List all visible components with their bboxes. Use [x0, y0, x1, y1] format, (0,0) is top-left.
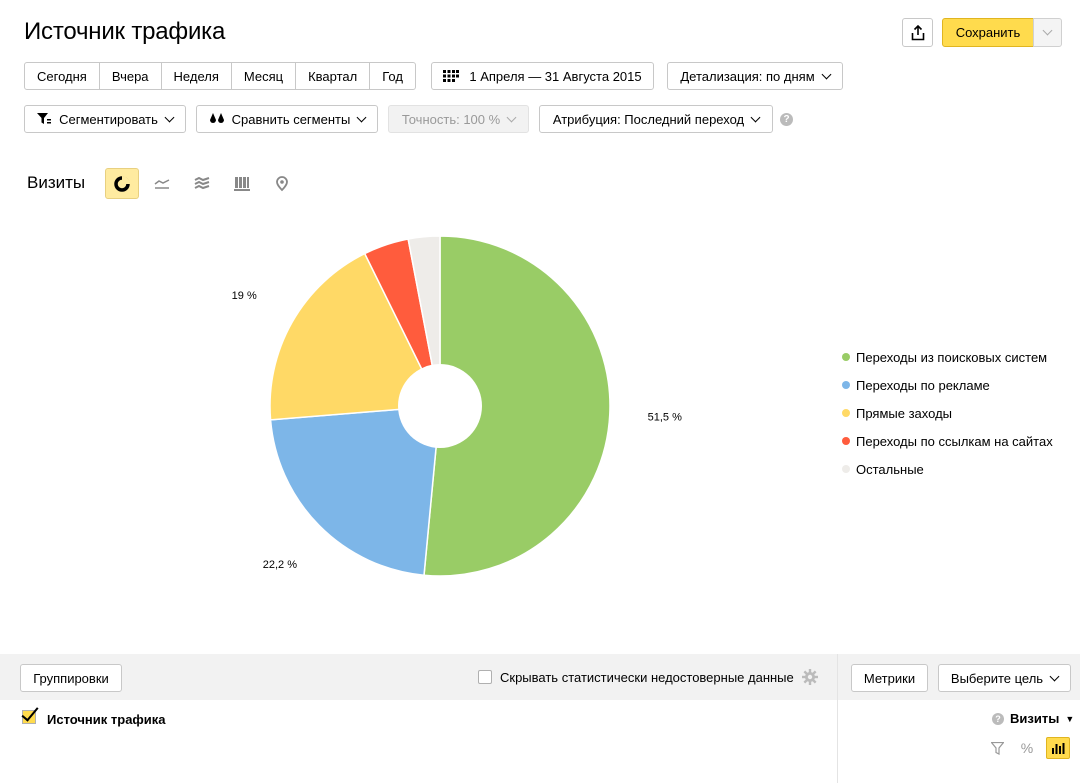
- percent-button[interactable]: %: [1015, 737, 1039, 759]
- pie-slice-label: 19 %: [232, 290, 257, 302]
- legend-dot: [842, 437, 850, 445]
- help-icon[interactable]: ?: [780, 113, 793, 126]
- metric-column-header[interactable]: ? Визиты ▼: [992, 711, 1074, 726]
- chevron-down-icon: [1049, 671, 1060, 681]
- legend-dot: [842, 409, 850, 417]
- legend-dot: [842, 381, 850, 389]
- legend-item[interactable]: Остальные: [842, 455, 1053, 483]
- chart-metric-label: Визиты: [27, 173, 86, 192]
- pie-chart-icon: [114, 175, 130, 192]
- legend-dot: [842, 465, 850, 473]
- detail-dropdown[interactable]: Детализация: по дням: [667, 62, 843, 90]
- date-range-label: 1 Апреля — 31 Августа 2015: [469, 68, 642, 84]
- pie-slice-label: 22,2 %: [263, 559, 297, 571]
- legend-label: Прямые заходы: [856, 405, 953, 421]
- map-icon: [276, 175, 288, 191]
- detail-label: Детализация: по дням: [680, 68, 815, 84]
- segment-dropdown[interactable]: Сегментировать: [24, 105, 186, 133]
- filter-icon: [37, 113, 52, 124]
- line-chart-button[interactable]: [145, 168, 179, 199]
- legend-label: Переходы по рекламе: [856, 377, 990, 393]
- chevron-down-icon: [506, 112, 517, 122]
- period-quarter[interactable]: Квартал: [296, 63, 371, 89]
- legend-dot: [842, 353, 850, 361]
- map-button[interactable]: [265, 168, 299, 199]
- metrics-label: Метрики: [863, 670, 916, 686]
- legend-label: Переходы по ссылкам на сайтах: [856, 433, 1053, 449]
- chevron-down-icon: [821, 69, 832, 79]
- line-chart-icon: [154, 178, 170, 189]
- donut-hole: [398, 364, 482, 448]
- period-year[interactable]: Год: [370, 63, 415, 89]
- period-month[interactable]: Месяц: [232, 63, 297, 89]
- legend-item[interactable]: Переходы по ссылкам на сайтах: [842, 427, 1053, 455]
- legend-label: Остальные: [856, 461, 924, 477]
- gear-icon: [802, 669, 818, 685]
- column-divider: [837, 654, 838, 783]
- help-icon[interactable]: ?: [992, 712, 1004, 725]
- compare-label: Сравнить сегменты: [231, 111, 351, 127]
- legend-item[interactable]: Переходы по рекламе: [842, 371, 1053, 399]
- period-yesterday[interactable]: Вчера: [100, 63, 162, 89]
- legend-item[interactable]: Переходы из поисковых систем: [842, 343, 1053, 371]
- accuracy-dropdown: Точность: 100 %: [388, 105, 529, 133]
- chevron-down-icon: [750, 112, 761, 122]
- bar-chart-icon: [234, 176, 250, 191]
- gear-button[interactable]: [802, 669, 818, 688]
- groupings-label: Группировки: [33, 670, 109, 686]
- chevron-down-icon: [164, 112, 175, 122]
- table-dimension-header: Источник трафика: [47, 712, 166, 727]
- share-button[interactable]: [902, 18, 933, 47]
- metric-column-label: Визиты: [1010, 711, 1060, 726]
- row-checkbox[interactable]: [22, 710, 36, 724]
- period-today[interactable]: Сегодня: [25, 63, 100, 89]
- goal-dropdown[interactable]: Выберите цель: [938, 664, 1071, 692]
- calendar-icon: [443, 70, 460, 82]
- segment-label: Сегментировать: [59, 111, 158, 127]
- area-chart-button[interactable]: [185, 168, 219, 199]
- area-chart-icon: [194, 176, 210, 189]
- compare-segments-dropdown[interactable]: Сравнить сегменты: [196, 105, 378, 133]
- period-week[interactable]: Неделя: [162, 63, 232, 89]
- filter-icon: [990, 741, 1004, 755]
- pie-slice-label: 51,5 %: [648, 412, 682, 424]
- pie-chart-button[interactable]: [105, 168, 139, 199]
- attribution-label: Атрибуция: Последний переход: [552, 111, 745, 127]
- sort-arrow-icon: ▼: [1065, 713, 1075, 724]
- date-range-button[interactable]: 1 Апреля — 31 Августа 2015: [431, 62, 654, 90]
- bar-view-button[interactable]: [1046, 737, 1070, 759]
- groupings-button[interactable]: Группировки: [20, 664, 122, 692]
- metrics-button[interactable]: Метрики: [851, 664, 928, 692]
- legend-label: Переходы из поисковых систем: [856, 349, 1048, 365]
- chart-legend: Переходы из поисковых систем Переходы по …: [842, 343, 1053, 483]
- chevron-down-icon: [356, 112, 367, 122]
- bar-chart-icon: [1052, 743, 1065, 754]
- period-selector: Сегодня Вчера Неделя Месяц Квартал Год: [24, 62, 416, 90]
- compare-icon: [209, 112, 224, 123]
- legend-item[interactable]: Прямые заходы: [842, 399, 1053, 427]
- accuracy-label: Точность: 100 %: [401, 111, 501, 127]
- chevron-down-icon: [1042, 25, 1053, 36]
- share-icon: [911, 24, 924, 40]
- attribution-dropdown[interactable]: Атрибуция: Последний переход: [539, 105, 773, 133]
- filter-button[interactable]: [985, 737, 1009, 759]
- hide-unreliable-label: Скрывать статистически недостоверные дан…: [500, 670, 794, 685]
- goal-label: Выберите цель: [950, 670, 1044, 686]
- percent-icon: %: [1020, 740, 1034, 756]
- save-button[interactable]: Сохранить: [942, 18, 1034, 47]
- hide-unreliable-checkbox[interactable]: [478, 670, 492, 684]
- save-options-button[interactable]: [1033, 18, 1062, 47]
- page-title: Источник трафика: [24, 18, 226, 45]
- bar-chart-button[interactable]: [225, 168, 259, 199]
